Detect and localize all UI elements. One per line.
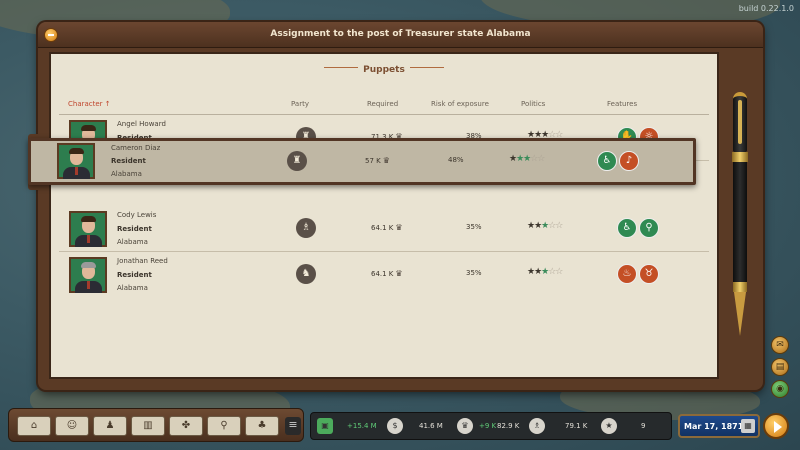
mail-icon[interactable]: ✉	[771, 336, 789, 354]
crown-icon: ♛	[382, 156, 390, 165]
build-version: build 0.22.1.0	[738, 4, 794, 13]
globe-icon[interactable]: ◉	[771, 380, 789, 398]
bottom-navigation: ⌂ ☺ ♟ ▥ ✤ ⚲ ♣ ≡	[8, 408, 304, 442]
magnifier-icon[interactable]: ⚲	[639, 218, 659, 238]
column-risk[interactable]: Risk of exposure	[431, 100, 489, 108]
search-icon[interactable]: ⚲	[207, 416, 241, 436]
influence-gain-value: +9 K	[479, 422, 497, 430]
avatar	[69, 211, 107, 247]
character-name: Jonathan Reed	[117, 257, 168, 265]
calendar-icon[interactable]: ▦	[741, 419, 755, 433]
character-state: Alabama	[117, 238, 148, 246]
crown-icon: ♛	[395, 223, 403, 232]
column-politics[interactable]: Politics	[521, 100, 545, 108]
required-value: 57 K ♛	[365, 156, 390, 165]
column-character[interactable]: Character ↑	[68, 100, 111, 108]
money-icon: $	[387, 418, 403, 434]
character-state: Alabama	[111, 170, 142, 178]
politics-rating: ★★★☆☆	[509, 154, 545, 164]
resource-bar: ▣ +15.4 M $ 41.6 M ♛ +9 K 82.9 K ♗ 79.1 …	[310, 412, 672, 440]
window-title: Assignment to the post of Treasurer stat…	[270, 29, 531, 39]
avatar	[57, 143, 95, 179]
required-value: 64.1 K ♛	[371, 269, 403, 278]
column-required[interactable]: Required	[367, 100, 398, 108]
table-row[interactable]: Jonathan Reed Resident Alabama ♞ 64.1 K ♛…	[59, 253, 713, 298]
support-value: 79.1 K	[565, 422, 588, 430]
group-icon[interactable]: ♟	[93, 416, 127, 436]
handshake-icon[interactable]: ✤	[169, 416, 203, 436]
politics-rating: ★★★☆☆	[527, 267, 563, 277]
section-title: Puppets	[363, 65, 405, 75]
risk-value: 48%	[448, 156, 464, 164]
income-value: +15.4 M	[347, 422, 377, 430]
character-job: Resident	[117, 225, 152, 233]
republican-elephant-icon: ♜	[287, 151, 307, 171]
current-date: Mar 17, 1871	[684, 422, 744, 431]
play-button[interactable]	[763, 413, 789, 439]
required-value: 64.1 K ♛	[371, 223, 403, 232]
income-icon: ▣	[317, 418, 333, 434]
democrat-donkey-icon: ♞	[296, 264, 316, 284]
fountain-pen	[729, 92, 751, 338]
column-headers: Character ↑ Party Required Risk of expos…	[51, 100, 717, 114]
column-features[interactable]: Features	[607, 100, 637, 108]
building-icon[interactable]: ▥	[131, 416, 165, 436]
influence-value: 82.9 K	[497, 422, 520, 430]
star-icon: ★	[601, 418, 617, 434]
character-state: Alabama	[117, 284, 148, 292]
table-row-selected[interactable]: Cameron Diaz Resident Alabama ♜ 57 K ♛ 48…	[28, 138, 696, 185]
divider	[59, 114, 709, 115]
character-name: Cameron Diaz	[111, 144, 161, 152]
money-value: 41.6 M	[419, 422, 443, 430]
bottle-icon[interactable]: ♨	[617, 264, 637, 284]
crown-icon: ♛	[457, 418, 473, 434]
people-icon[interactable]: ☺	[55, 416, 89, 436]
divider	[59, 251, 709, 252]
title-bar: Assignment to the post of Treasurer stat…	[38, 22, 763, 48]
assignment-window: Assignment to the post of Treasurer stat…	[38, 22, 763, 390]
menu-icon[interactable]: ≡	[285, 417, 301, 435]
politics-rating: ★★★☆☆	[527, 221, 563, 231]
stars-value: 9	[641, 422, 646, 430]
liberty-icon: ♗	[529, 418, 545, 434]
column-party[interactable]: Party	[291, 100, 309, 108]
character-name: Cody Lewis	[117, 211, 157, 219]
microphone-icon[interactable]: ♪	[619, 151, 639, 171]
risk-value: 35%	[466, 269, 482, 277]
running-icon[interactable]: ♿	[597, 151, 617, 171]
avatar	[69, 257, 107, 293]
risk-value: 35%	[466, 223, 482, 231]
date-display[interactable]: Mar 17, 1871 ▦	[678, 414, 760, 438]
crown-icon: ♛	[395, 269, 403, 278]
character-name: Angel Howard	[117, 120, 166, 128]
notes-icon[interactable]: ▤	[771, 358, 789, 376]
capitol-icon[interactable]: ⌂	[17, 416, 51, 436]
running-icon[interactable]: ♿	[617, 218, 637, 238]
puppets-list: Puppets Character ↑ Party Required Risk …	[49, 52, 719, 379]
character-job: Resident	[117, 271, 152, 279]
liberty-head-icon: ♗	[296, 218, 316, 238]
table-row[interactable]: Cody Lewis Resident Alabama ♗ 64.1 K ♛ 35…	[59, 207, 713, 252]
character-job: Resident	[111, 157, 146, 165]
cow-icon[interactable]: ♉	[639, 264, 659, 284]
puppets-header: Puppets	[51, 57, 717, 75]
tree-icon[interactable]: ♣	[245, 416, 279, 436]
